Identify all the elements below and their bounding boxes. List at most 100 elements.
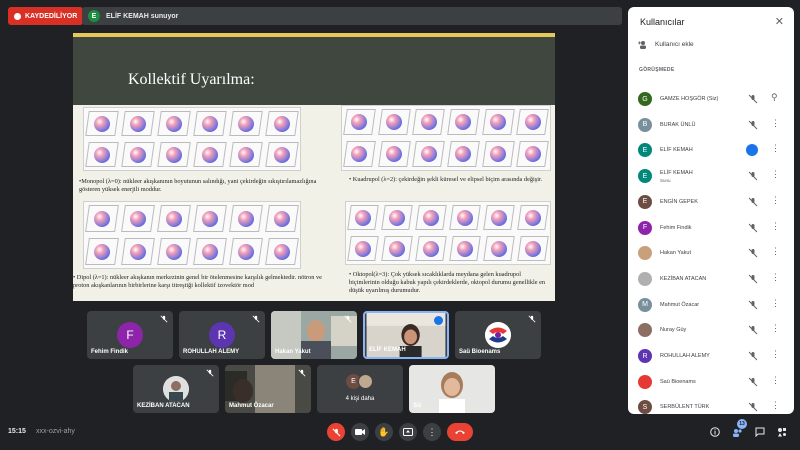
video-tile-self[interactable]: Siz <box>409 365 495 413</box>
nucleus-cell <box>411 138 446 170</box>
more-options-button[interactable]: ⋮ <box>423 423 441 441</box>
avatar: R <box>638 349 652 363</box>
camera-toggle-button[interactable] <box>351 423 369 441</box>
meeting-info-button[interactable] <box>709 426 721 438</box>
dipol-figure <box>83 201 301 269</box>
video-tile-more[interactable]: E 4 kişi daha <box>317 365 403 413</box>
participant-row[interactable]: E ELİF KEMAH ⋮ <box>628 138 794 162</box>
nucleus-cell <box>156 139 192 170</box>
participant-name: ENGİN GEPEK <box>660 198 698 205</box>
more-options-icon[interactable]: ⋮ <box>771 401 780 410</box>
mic-off-icon[interactable] <box>748 197 758 207</box>
participant-row[interactable]: F Fehim Findik ⋮ <box>628 216 794 240</box>
more-options-icon[interactable]: ⋮ <box>771 170 780 179</box>
more-options-icon[interactable]: ⋮ <box>771 195 780 205</box>
end-call-button[interactable] <box>447 423 473 441</box>
mic-off-icon[interactable] <box>748 351 758 361</box>
mic-toggle-button[interactable] <box>327 423 345 441</box>
more-options-icon[interactable]: ⋮ <box>771 375 780 385</box>
participant-row[interactable]: R ROHULLAH ALEMY ⋮ <box>628 344 794 368</box>
nucleus-cell <box>84 139 120 170</box>
close-panel-button[interactable]: ✕ <box>775 15 784 28</box>
close-icon: ✕ <box>774 16 784 28</box>
participant-row[interactable]: E ENGİN GEPEK ⋮ <box>628 190 794 214</box>
mic-off-icon[interactable] <box>748 402 758 412</box>
meeting-code: xxx-ozvi-ahy <box>36 428 75 435</box>
nucleus-sphere <box>489 146 506 162</box>
video-tile-keziban[interactable]: KEZİBAN ATACAN <box>133 365 219 413</box>
more-options-icon[interactable]: ⋮ <box>771 221 780 231</box>
mic-off-icon[interactable] <box>748 248 758 258</box>
nucleus-cell <box>380 202 414 233</box>
more-options-icon[interactable]: ⋮ <box>771 272 780 282</box>
nucleus-sphere <box>525 240 541 257</box>
participant-row[interactable]: Hakan Yakut ⋮ <box>628 241 794 265</box>
nucleus-cell <box>414 233 448 264</box>
nucleus-sphere <box>420 114 437 130</box>
dipol-text: • Dipol (λ=1): nükleer akışkanın merkezi… <box>73 274 322 289</box>
more-options-icon[interactable]: ⋮ <box>771 324 780 333</box>
video-tile-fehim[interactable]: F Fehim Findik <box>87 311 173 359</box>
nucleus-sphere <box>524 146 541 162</box>
mic-off-icon[interactable] <box>748 300 758 310</box>
tile-name: Siz <box>413 403 422 409</box>
nucleus-sphere <box>274 115 290 132</box>
activities-button[interactable] <box>776 426 788 438</box>
nucleus-sphere <box>491 240 507 257</box>
participant-row[interactable]: G GAMZE HOŞGÖR (Siz) ⚲ <box>628 87 794 111</box>
nucleus-cell <box>346 233 380 264</box>
more-options-icon[interactable]: ⋮ <box>771 247 780 256</box>
video-tile-elif[interactable]: ELİF KEMAH <box>363 311 449 359</box>
participant-row[interactable]: B BURAK ÜNLÜ ⋮ <box>628 113 794 137</box>
video-tile-rohullah[interactable]: R ROHULLAH ALEMY <box>179 311 265 359</box>
nucleus-cell <box>228 108 264 139</box>
video-tile-hakan[interactable]: Hakan Yakut <box>271 311 357 359</box>
participant-row[interactable]: KEZİBAN ATACAN ⋮ <box>628 267 794 291</box>
more-options-icon[interactable]: ⋮ <box>771 298 780 308</box>
nucleus-cell <box>192 139 228 170</box>
present-button[interactable] <box>399 423 417 441</box>
chat-button[interactable] <box>754 426 766 438</box>
nucleus-sphere <box>238 210 254 227</box>
more-options-icon[interactable]: ⋮ <box>771 350 780 359</box>
pin-icon[interactable]: ⚲ <box>771 93 778 102</box>
add-people-button[interactable]: Kullanıcı ekle <box>638 40 694 49</box>
mic-off-icon[interactable] <box>748 377 758 387</box>
nucleus-sphere <box>274 243 290 260</box>
avatar: G <box>638 92 652 106</box>
nucleus-cell <box>120 108 156 139</box>
people-panel: Kullanıcılar ✕ Kullanıcı ekle GÖRÜŞMEDE … <box>628 7 794 414</box>
nucleus-cell <box>446 106 481 138</box>
avatar: E <box>638 169 652 184</box>
video-tile-mahmut[interactable]: Mahmut Özacar <box>225 365 311 413</box>
nucleus-cell <box>481 138 516 170</box>
presentation-bar[interactable]: E ELİF KEMAH sunuyor <box>82 7 622 25</box>
nucleus-cell <box>192 108 228 139</box>
video-tile-sau[interactable]: Saü Bioenams <box>455 311 541 359</box>
mic-off-icon[interactable] <box>748 120 758 130</box>
nucleus-cell <box>377 106 412 138</box>
participant-row[interactable]: M Mahmut Özacar ⋮ <box>628 293 794 317</box>
participant-row[interactable]: Saü Bioenams ⋮ <box>628 370 794 394</box>
avatar: E <box>638 143 652 158</box>
volume-off-icon[interactable] <box>748 171 758 181</box>
more-options-icon[interactable]: ⋮ <box>771 144 780 153</box>
recording-badge[interactable]: KAYDEDİLİYOR <box>8 7 84 25</box>
nucleus-sphere <box>389 209 405 226</box>
tile-name: ROHULLAH ALEMY <box>183 349 240 355</box>
nucleus-sphere <box>355 240 371 257</box>
nucleus-sphere <box>385 146 402 162</box>
nucleus-cell <box>448 233 482 264</box>
participant-row[interactable]: S SERBÜLENT TÜRK ⋮ <box>628 395 794 414</box>
mic-off-icon[interactable] <box>748 325 758 335</box>
more-options-icon[interactable]: ⋮ <box>771 118 780 128</box>
oktopol-text: • Oktopol(λ=3): Çok yüksek sıcaklıklarda… <box>349 271 546 294</box>
nucleus-cell <box>342 138 377 170</box>
mic-off-icon[interactable] <box>748 223 758 233</box>
nucleus-sphere <box>166 146 182 163</box>
participant-row[interactable]: E ELİF KEMAH Sunu ⋮ <box>628 164 794 188</box>
mic-off-icon[interactable] <box>748 94 758 104</box>
mic-off-icon[interactable] <box>748 274 758 284</box>
raise-hand-button[interactable]: ✋ <box>375 423 393 441</box>
participant-row[interactable]: Nuray Güy ⋮ <box>628 318 794 342</box>
